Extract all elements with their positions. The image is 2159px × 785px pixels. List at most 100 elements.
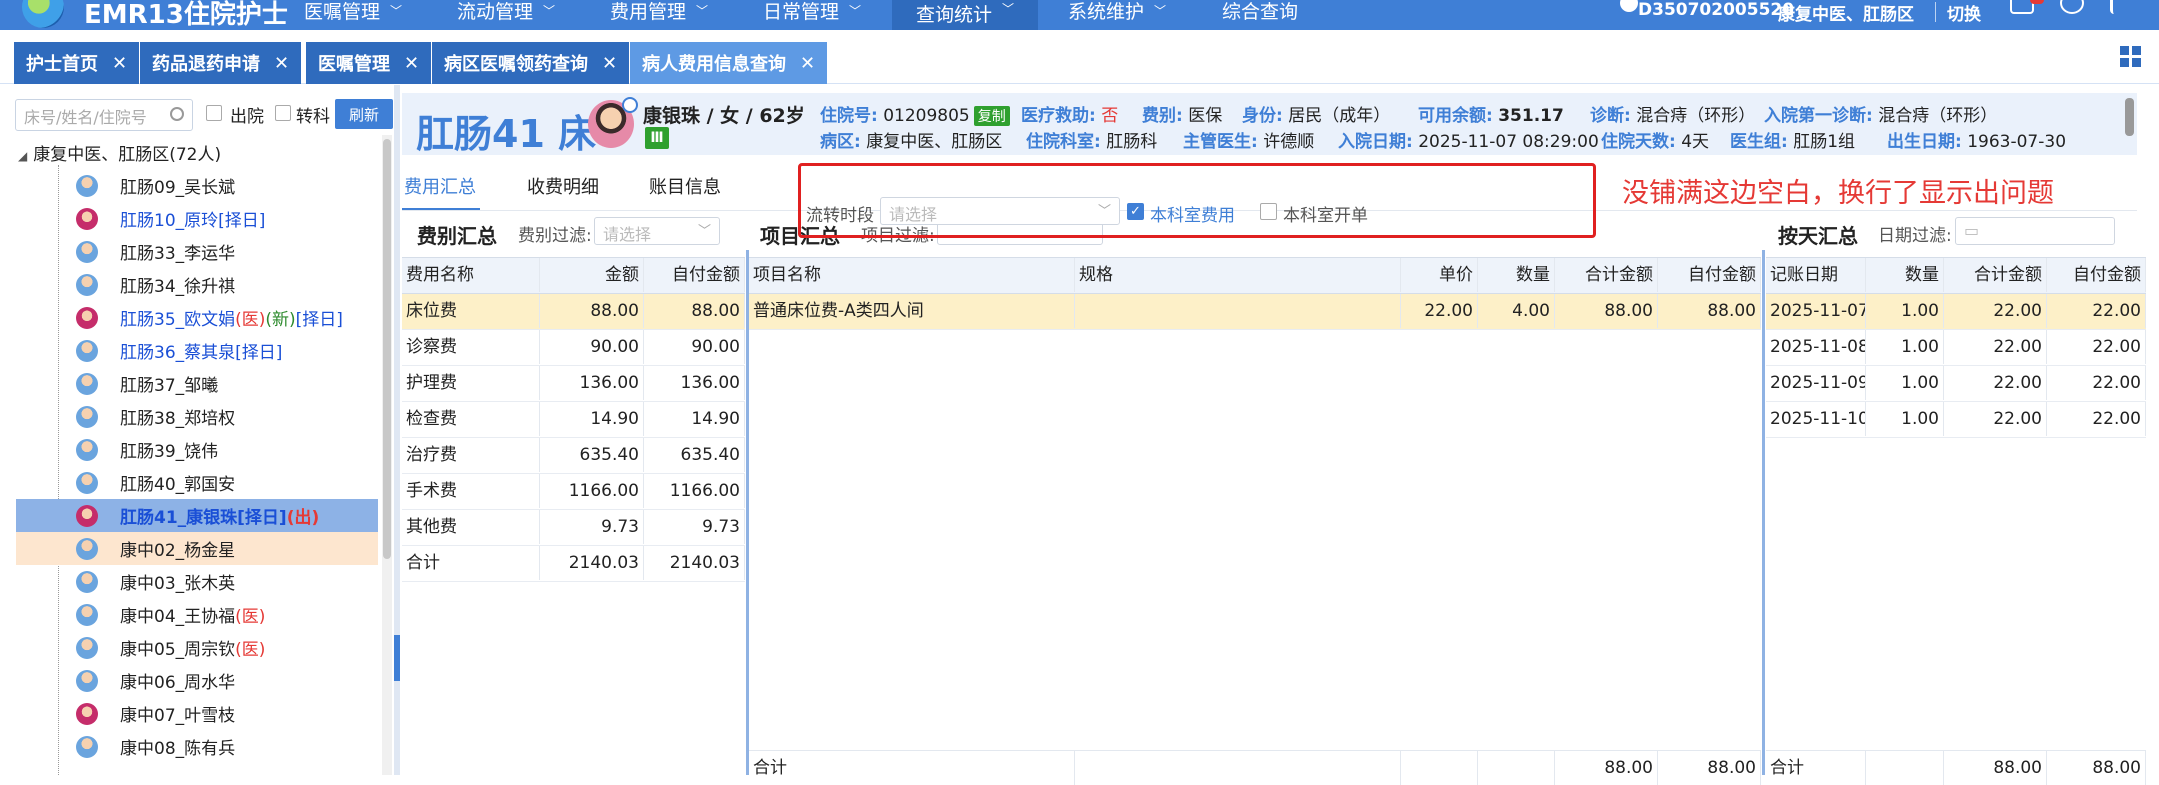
- patient-search-input[interactable]: 床号/姓名/住院号: [15, 99, 193, 131]
- cell-empty: [1401, 751, 1478, 785]
- table-row[interactable]: 普通床位费-A类四人间 22.00 4.00 88.00 88.00: [749, 294, 1761, 330]
- cell-self-pay: 88.00: [1658, 294, 1761, 328]
- col-total[interactable]: 合计金额: [1944, 258, 2047, 292]
- table-divider[interactable]: [1762, 250, 1765, 775]
- date-filter-input[interactable]: ▭: [1955, 217, 2115, 245]
- menu-order-mgmt[interactable]: 医嘱管理 ﹀: [304, 0, 402, 24]
- cell-name: 床位费: [402, 294, 540, 328]
- patient-avatar-icon: [76, 273, 98, 296]
- table-row[interactable]: 诊察费 90.00 90.00: [402, 330, 745, 366]
- gear-icon[interactable]: [2060, 0, 2084, 14]
- close-icon[interactable]: ✕: [800, 53, 815, 74]
- notification-badge: [2030, 0, 2044, 4]
- col-total[interactable]: 合计金额: [1555, 258, 1658, 292]
- menu-daily-mgmt[interactable]: 日常管理 ﹀: [763, 0, 861, 24]
- grid-icon[interactable]: [2120, 46, 2142, 68]
- tab-patient-fee-query[interactable]: 病人费用信息查询 ✕: [630, 42, 828, 84]
- patient-item[interactable]: 肛肠37_邹曦: [16, 367, 378, 400]
- patient-item[interactable]: 肛肠40_郭国安: [16, 466, 378, 499]
- patient-item[interactable]: 肛肠39_饶伟: [16, 433, 378, 466]
- patient-item[interactable]: 康中07_叶雪枝: [16, 697, 378, 730]
- section-fee-category-summary: 费别汇总: [417, 224, 497, 248]
- patient-item[interactable]: 肛肠09_吴长斌: [16, 169, 378, 202]
- col-self-pay[interactable]: 自付金额: [1658, 258, 1761, 292]
- tab-fee-detail[interactable]: 收费明细: [527, 173, 599, 199]
- patient-item[interactable]: 康中05_周宗钦(医): [16, 631, 378, 664]
- menu-general-query[interactable]: 综合查询: [1222, 0, 1298, 24]
- table-row[interactable]: 治疗费 635.40 635.40: [402, 438, 745, 474]
- patient-list-scrollbar[interactable]: [382, 135, 392, 775]
- patient-item-selected[interactable]: 肛肠41_康银珠[择日](出): [16, 499, 378, 532]
- table-row[interactable]: 手术费 1166.00 1166.00: [402, 474, 745, 510]
- tree-root-ward[interactable]: ◢ 康复中医、肛肠区(72人): [18, 140, 221, 165]
- user-dept[interactable]: 康复中医、肛肠区: [1778, 0, 1914, 25]
- scrollbar-thumb[interactable]: [383, 139, 391, 559]
- patient-item[interactable]: 肛肠33_李运华: [16, 235, 378, 268]
- info-birth-date: 出生日期: 1963-07-30: [1887, 132, 2067, 152]
- transfer-checkbox[interactable]: [275, 105, 291, 121]
- refresh-button[interactable]: 刷新: [335, 99, 393, 129]
- table-row[interactable]: 床位费 88.00 88.00: [402, 294, 745, 330]
- col-quantity[interactable]: 数量: [1866, 258, 1944, 292]
- cell-unit-price: 22.00: [1401, 294, 1478, 328]
- patient-item[interactable]: 康中03_张木英: [16, 565, 378, 598]
- patient-item[interactable]: 肛肠35_欧文娟(医)(新)[择日]: [16, 301, 378, 334]
- chevron-down-icon: ﹀: [697, 224, 711, 239]
- info-inpatient-no: 住院号: 01209805 复制: [820, 101, 1010, 126]
- patient-item[interactable]: 康中08_陈有兵: [16, 730, 378, 763]
- transfer-label: 转科: [296, 107, 330, 127]
- close-icon[interactable]: ✕: [404, 53, 419, 74]
- header-scrollbar[interactable]: [2125, 98, 2134, 136]
- table-row[interactable]: 检查费 14.90 14.90: [402, 402, 745, 438]
- tab-drug-return[interactable]: 药品退药申请 ✕: [140, 42, 302, 84]
- cell-quantity: 4.00: [1478, 294, 1555, 328]
- patient-item[interactable]: 肛肠34_徐升祺: [16, 268, 378, 301]
- col-quantity[interactable]: 数量: [1478, 258, 1555, 292]
- menu-flow-mgmt[interactable]: 流动管理 ﹀: [457, 0, 555, 24]
- cell-name: 诊察费: [402, 330, 540, 364]
- table-row[interactable]: 2025-11-07 1.00 22.00 22.00: [1766, 294, 2146, 330]
- copy-button[interactable]: 复制: [973, 106, 1010, 126]
- col-fee-name[interactable]: 费用名称: [402, 258, 540, 292]
- tab-account-info[interactable]: 账目信息: [649, 173, 721, 199]
- table-row[interactable]: 其他费 9.73 9.73: [402, 510, 745, 546]
- splitter-handle[interactable]: [394, 635, 400, 681]
- close-icon[interactable]: ✕: [112, 53, 127, 74]
- back-icon[interactable]: [2110, 0, 2134, 14]
- caret-down-icon[interactable]: ◢: [18, 149, 27, 163]
- patient-item[interactable]: 康中06_周水华: [16, 664, 378, 697]
- patient-item[interactable]: 肛肠38_郑培权: [16, 400, 378, 433]
- patient-item[interactable]: 肛肠36_蔡其泉[择日]: [16, 334, 378, 367]
- patient-item[interactable]: 康中02_杨金星: [16, 532, 378, 565]
- menu-query-stats[interactable]: 查询统计 ﹀: [892, 0, 1039, 33]
- close-icon[interactable]: ✕: [274, 53, 289, 74]
- menu-fee-mgmt[interactable]: 费用管理 ﹀: [610, 0, 708, 24]
- table-row[interactable]: 2025-11-09 1.00 22.00 22.00: [1766, 366, 2146, 402]
- patient-item[interactable]: 肛肠10_原玲[择日]: [16, 202, 378, 235]
- patient-avatar-icon: [76, 372, 98, 395]
- close-icon[interactable]: ✕: [602, 53, 617, 74]
- patient-item[interactable]: 康中04_王协福(医): [16, 598, 378, 631]
- switch-button[interactable]: 切换: [1947, 0, 1981, 25]
- col-bill-date[interactable]: 记账日期: [1766, 258, 1866, 292]
- menu-sys-maint[interactable]: 系统维护 ﹀: [1068, 0, 1166, 24]
- search-icon[interactable]: [170, 107, 184, 121]
- col-item-name[interactable]: 项目名称: [749, 258, 1075, 292]
- panel-splitter[interactable]: [394, 85, 400, 775]
- discharged-checkbox[interactable]: [206, 105, 222, 121]
- table-row[interactable]: 护理费 136.00 136.00: [402, 366, 745, 402]
- col-spec[interactable]: 规格: [1075, 258, 1401, 292]
- tab-fee-summary[interactable]: 费用汇总: [404, 173, 476, 199]
- fee-filter-select[interactable]: 请选择 ﹀: [594, 217, 720, 245]
- patient-avatar-icon: [76, 240, 98, 263]
- col-amount[interactable]: 金额: [540, 258, 644, 292]
- col-self-pay[interactable]: 自付金额: [2047, 258, 2146, 292]
- chevron-down-icon: ﹀: [849, 4, 862, 18]
- table-row[interactable]: 2025-11-08 1.00 22.00 22.00: [1766, 330, 2146, 366]
- col-unit-price[interactable]: 单价: [1401, 258, 1478, 292]
- col-self-pay[interactable]: 自付金额: [644, 258, 745, 292]
- tab-nurse-home[interactable]: 护士首页 ✕: [14, 42, 140, 84]
- tab-order-mgmt[interactable]: 医嘱管理 ✕: [306, 42, 432, 84]
- tab-ward-drug-query[interactable]: 病区医嘱领药查询 ✕: [432, 42, 630, 84]
- table-row[interactable]: 2025-11-10 1.00 22.00 22.00: [1766, 402, 2146, 438]
